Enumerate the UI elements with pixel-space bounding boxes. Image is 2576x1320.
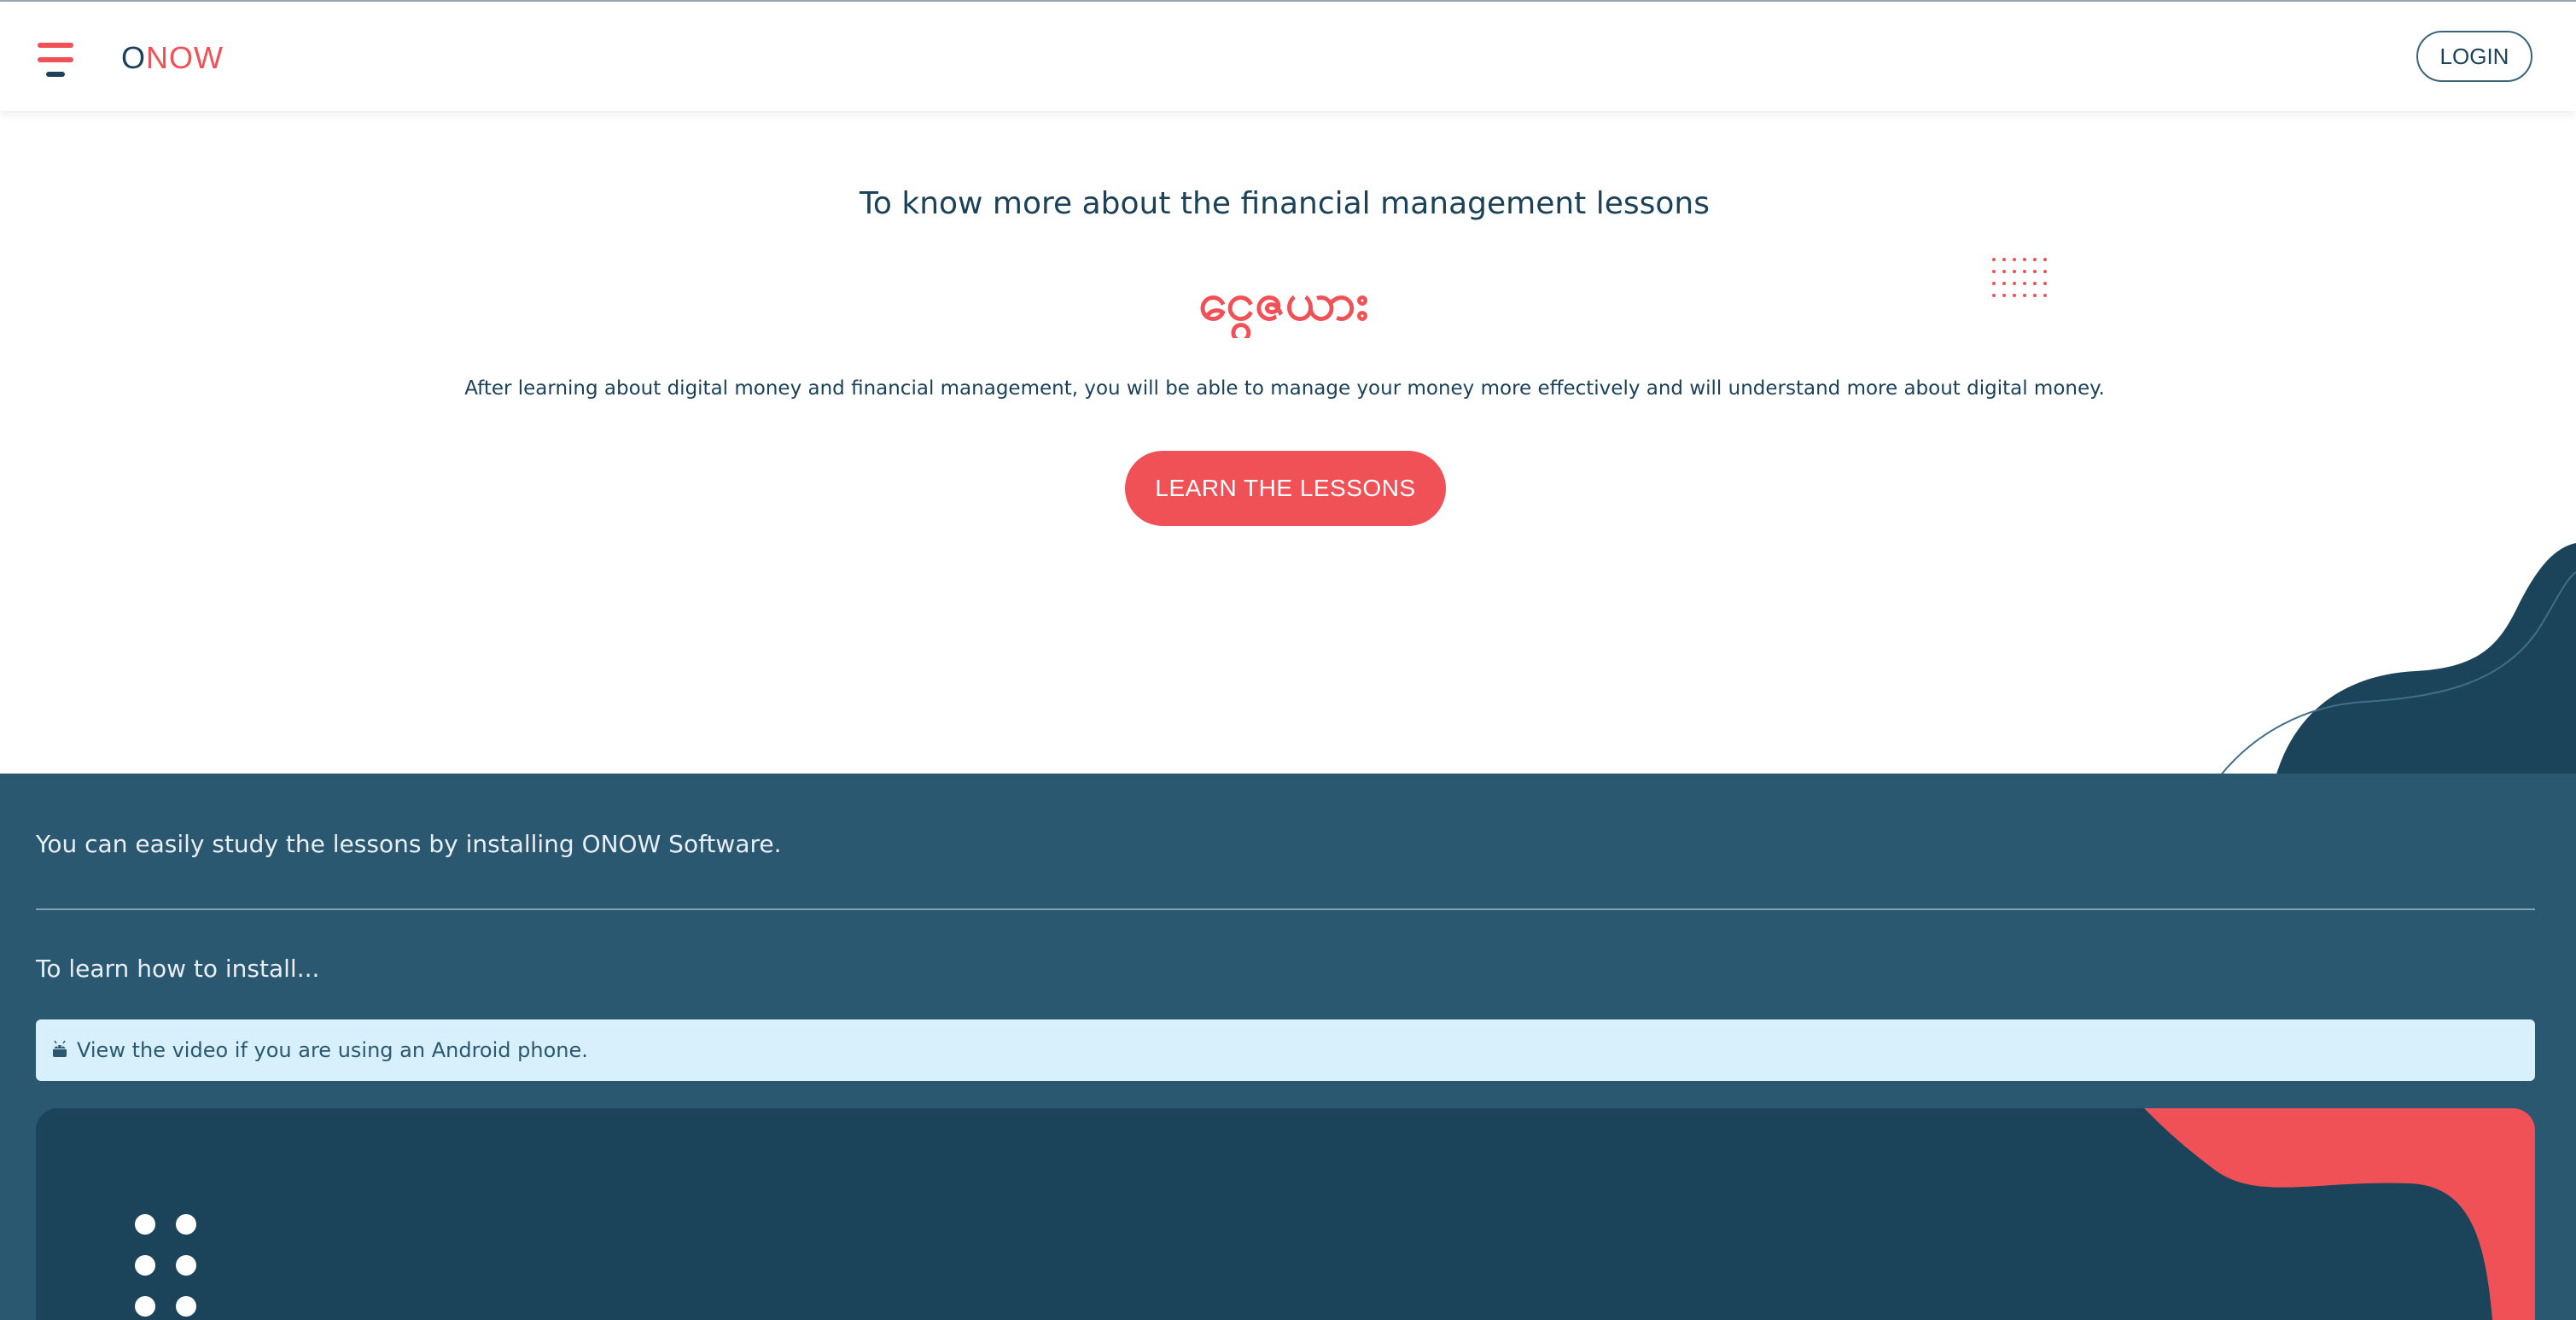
decorative-dots [135,1214,203,1320]
login-button[interactable]: LOGIN [2416,31,2532,82]
top-header: ONOW LOGIN [0,2,2576,111]
decorative-swoosh [2144,1108,2535,1320]
android-video-note[interactable]: View the video if you are using an Andro… [36,1019,2535,1081]
logo-letter-n: N [146,40,170,75]
myanmar-wordmark-logo: ငွေဇယား [1198,272,1369,338]
hero-title: To know more about the financial managem… [860,186,1710,221]
learn-the-lessons-button[interactable]: LEARN THE LESSONS [1125,451,1446,526]
android-icon [53,1040,67,1057]
decorative-wave [2218,543,2576,777]
android-note-text: View the video if you are using an Andro… [77,1038,588,1062]
logo-letter-o2: O [169,40,195,75]
install-howto-text: To learn how to install... [36,955,320,983]
hamburger-menu-icon[interactable] [38,43,75,77]
section-divider [36,908,2535,910]
myanmar-wordmark-text: ငွေဇယား [1198,272,1369,338]
video-card[interactable] [36,1108,2535,1320]
hero-description: After learning about digital money and f… [464,377,2105,400]
logo-letter-w: W [194,40,224,75]
decorative-dot-grid [1992,258,2047,297]
logo-letter-o1: O [121,40,147,75]
install-intro-text: You can easily study the lessons by inst… [36,830,782,858]
onow-logo[interactable]: ONOW [121,41,224,75]
